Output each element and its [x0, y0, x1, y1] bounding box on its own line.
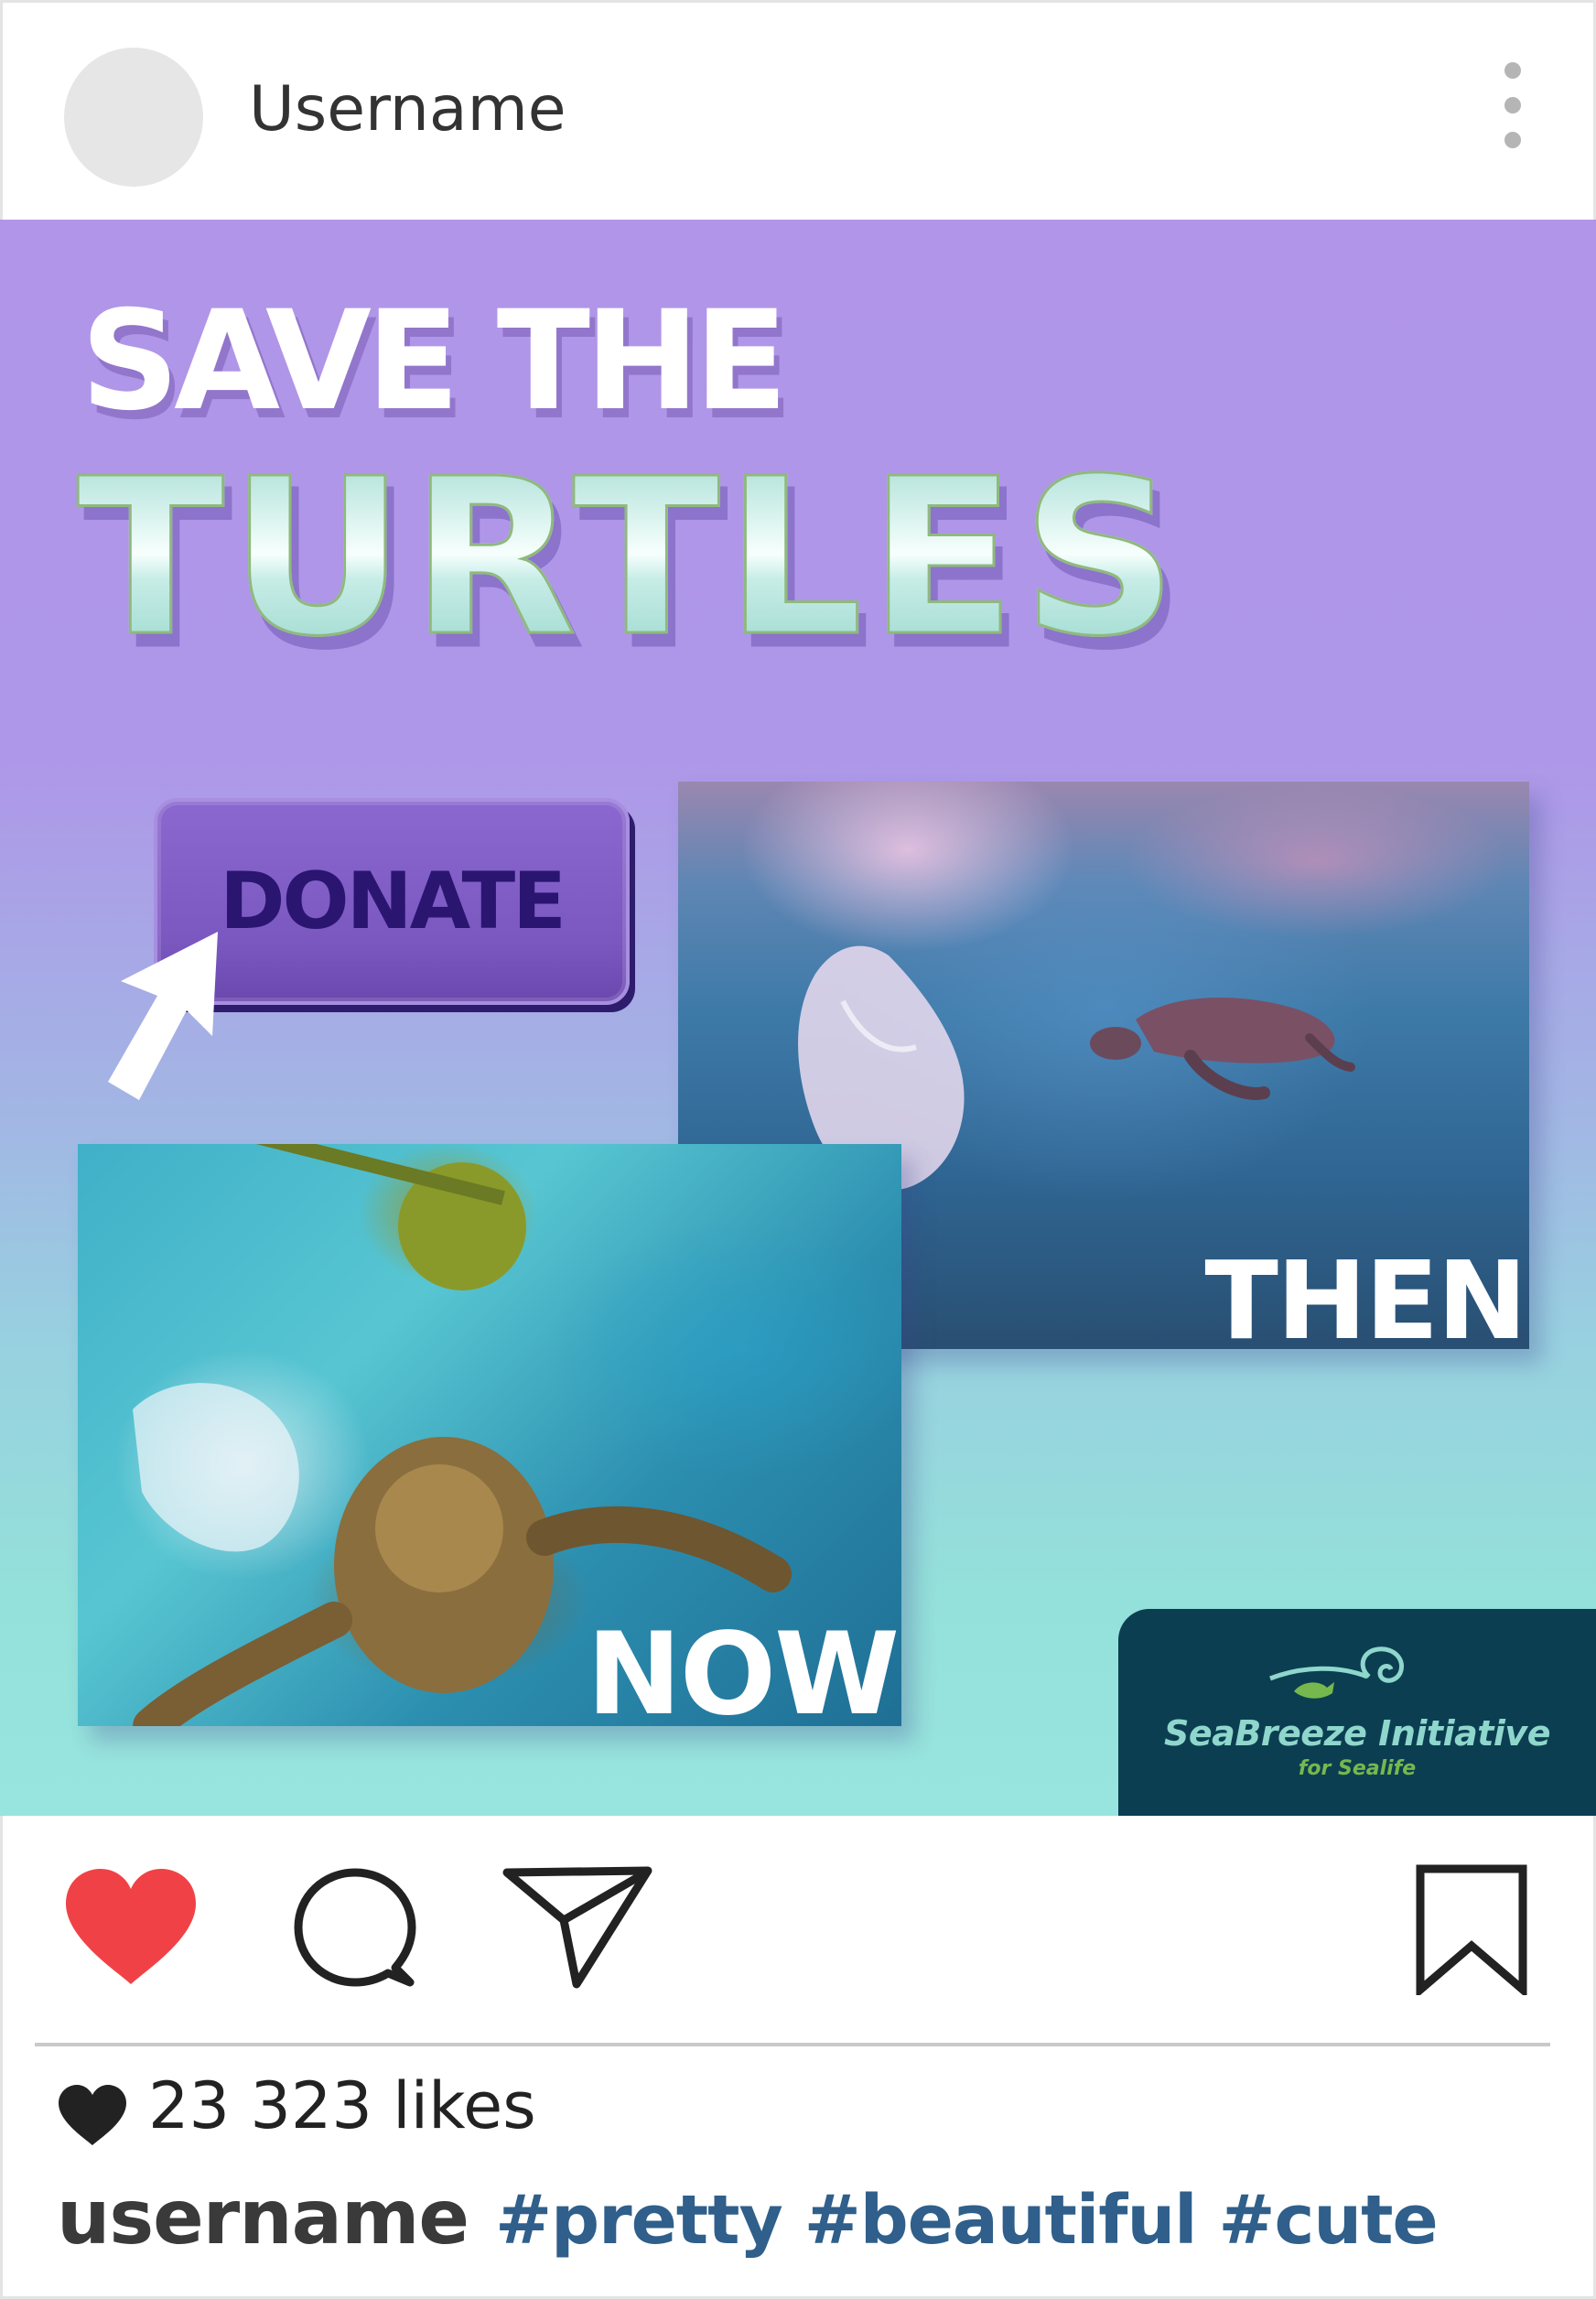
title-line-1: SAVE THE — [81, 282, 788, 441]
avatar[interactable] — [64, 48, 203, 187]
photo-now: NOW — [78, 1144, 901, 1726]
title-line-2: TURTLES — [75, 432, 1183, 684]
hashtag-beautiful[interactable]: #beautiful — [804, 2181, 1198, 2260]
caption-username[interactable]: username — [57, 2175, 469, 2261]
send-icon[interactable] — [501, 1863, 653, 1990]
comment-icon[interactable] — [293, 1867, 417, 1991]
divider — [35, 2043, 1550, 2046]
seabreeze-logo-icon — [1269, 1646, 1404, 1699]
likes-count: 23 323 likes — [148, 2068, 536, 2143]
likes-heart-icon — [59, 2085, 126, 2145]
post-image[interactable]: SAVE THE TURTLES THEN NOW DONATE SeaBree… — [0, 220, 1596, 1816]
hashtag-cute[interactable]: #cute — [1219, 2181, 1439, 2260]
cursor-arrow-icon — [108, 932, 218, 1100]
photo-now-caption: NOW — [587, 1609, 900, 1726]
donate-label: DONATE — [220, 856, 566, 947]
more-vertical-icon[interactable] — [1484, 57, 1539, 167]
heart-icon[interactable] — [62, 1865, 200, 1989]
likes-row[interactable]: 23 323 likes — [57, 2067, 789, 2153]
brand-badge[interactable]: SeaBreeze Initiative for Sealife — [1118, 1609, 1596, 1816]
brand-tagline: for Sealife — [1298, 1757, 1417, 1780]
header-username[interactable]: Username — [249, 73, 566, 146]
brand-name: SeaBreeze Initiative — [1164, 1713, 1550, 1754]
action-bar — [0, 1816, 1596, 2045]
caption-row: username #pretty #beautiful #cute — [57, 2175, 1521, 2266]
photo-then-caption: THEN — [1204, 1237, 1527, 1349]
bookmark-icon[interactable] — [1413, 1863, 1530, 1995]
post-header: Username — [0, 0, 1596, 220]
hashtag-pretty[interactable]: #pretty — [495, 2181, 783, 2260]
